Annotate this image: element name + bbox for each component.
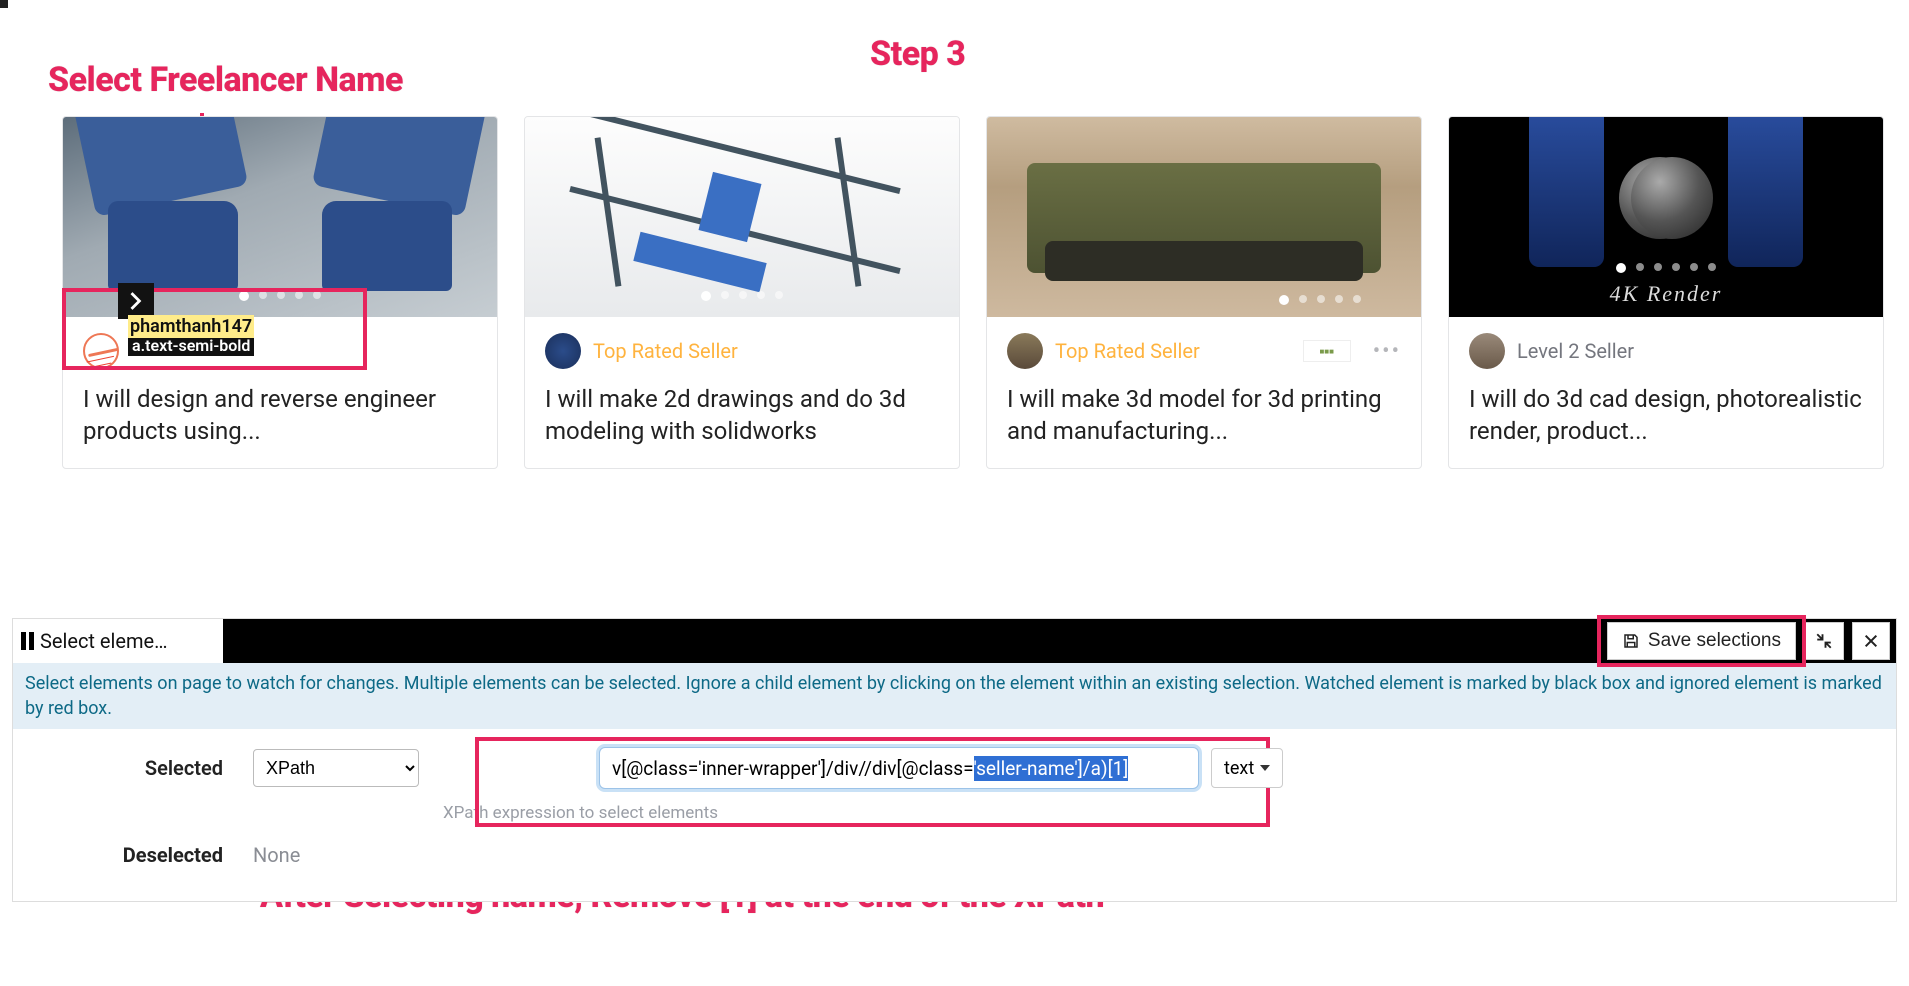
selector-controls: Selected XPath v[@class='inner-wrapper']…	[13, 729, 1896, 901]
xpath-input[interactable]: v[@class='inner-wrapper']/div//div[@clas…	[599, 747, 1199, 789]
selected-seller-name: phamthanh147	[128, 315, 254, 338]
seller-avatar[interactable]	[1007, 333, 1043, 369]
selection-next-arrow-button[interactable]	[118, 283, 154, 319]
close-icon	[1863, 633, 1879, 649]
seller-level-label: Level 2 Seller	[1517, 339, 1634, 363]
selected-element-class-tooltip: a.text-semi-bold	[128, 335, 254, 356]
element-selector-panel: Select eleme… Save selections Select ele…	[12, 618, 1897, 902]
deselected-label: Deselected	[33, 843, 253, 867]
xpath-value-prefix: v[@class='inner-wrapper']/div//div[@clas…	[612, 757, 974, 780]
annotation-step3: Step 3	[870, 34, 965, 74]
seller-level-label: Top Rated Seller	[1055, 339, 1200, 363]
output-type-label: text	[1224, 758, 1254, 779]
chevron-right-icon	[129, 292, 143, 310]
output-type-dropdown[interactable]: text	[1211, 748, 1283, 788]
gig-thumbnail[interactable]	[987, 117, 1421, 317]
seller-badge-logo: ■■■	[1303, 340, 1351, 362]
save-button-label: Save selections	[1648, 630, 1781, 652]
seller-avatar[interactable]	[1469, 333, 1505, 369]
selected-label: Selected	[33, 756, 253, 780]
gig-card[interactable]: 4K Render Level 2 Seller I will do 3d ca…	[1448, 116, 1884, 469]
seller-avatar[interactable]	[545, 333, 581, 369]
select-mode-toggle[interactable]: Select eleme…	[13, 619, 223, 663]
pause-icon	[21, 632, 34, 650]
gig-title[interactable]: I will make 3d model for 3d printing and…	[1007, 383, 1401, 448]
render-label: 4K Render	[1610, 281, 1723, 307]
seller-level-label: Top Rated Seller	[593, 339, 738, 363]
deselected-value: None	[253, 843, 300, 867]
gig-title[interactable]: I will do 3d cad design, photorealistic …	[1469, 383, 1863, 448]
gig-thumbnail[interactable]	[525, 117, 959, 317]
seller-row: Top Rated Seller ■■■ •••	[1007, 333, 1401, 369]
gig-title[interactable]: I will design and reverse engineer produ…	[83, 383, 477, 448]
selector-type-dropdown[interactable]: XPath	[253, 749, 419, 787]
panel-toolbar: Select eleme… Save selections	[13, 619, 1896, 663]
more-icon[interactable]: •••	[1373, 339, 1401, 364]
corner-mark	[0, 0, 8, 8]
gig-title[interactable]: I will make 2d drawings and do 3d modeli…	[545, 383, 939, 448]
gig-card[interactable]: Top Rated Seller ■■■ ••• I will make 3d …	[986, 116, 1422, 469]
seller-row: Level 2 Seller	[1469, 333, 1863, 369]
carousel-dots[interactable]	[1279, 295, 1361, 305]
close-button[interactable]	[1852, 622, 1890, 660]
gig-thumbnail[interactable]: 4K Render	[1449, 117, 1883, 317]
selected-element-overlay: phamthanh147 a.text-semi-bold	[128, 316, 254, 356]
minimize-button[interactable]	[1804, 622, 1844, 660]
save-selections-button[interactable]: Save selections	[1607, 622, 1796, 660]
seller-row: Top Rated Seller	[545, 333, 939, 369]
gig-card[interactable]: Top Rated Seller I will make 2d drawings…	[524, 116, 960, 469]
caret-down-icon	[1260, 765, 1270, 771]
info-message: Select elements on page to watch for cha…	[13, 663, 1896, 729]
xpath-hint: XPath expression to select elements	[443, 803, 1876, 823]
select-mode-label: Select eleme…	[40, 629, 168, 653]
save-icon	[1622, 632, 1640, 650]
carousel-dots[interactable]	[1616, 263, 1716, 273]
carousel-dots[interactable]	[701, 291, 783, 301]
annotation-select-freelancer: Select Freelancer Name	[48, 60, 403, 100]
xpath-value-highlight: 'seller-name']/a)[1]	[974, 756, 1129, 781]
compress-icon	[1815, 632, 1833, 650]
